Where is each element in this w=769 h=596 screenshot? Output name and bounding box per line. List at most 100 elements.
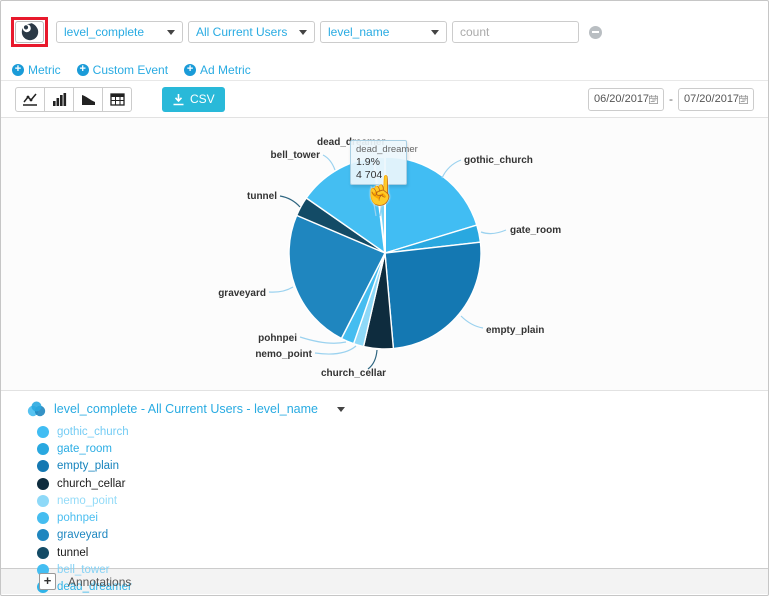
legend-label: pohnpei	[57, 512, 98, 524]
legend-label: gothic_church	[57, 426, 129, 438]
parameter-dropdown-value: level_name	[328, 25, 389, 39]
legend-label: gate_room	[57, 443, 112, 455]
download-icon	[172, 93, 185, 106]
pie-label-gothic_church: gothic_church	[464, 155, 533, 166]
legend-dot-icon	[37, 460, 49, 472]
event-type-button[interactable]	[15, 21, 44, 43]
pie-label-leader-church_cellar	[368, 350, 377, 369]
csv-label: CSV	[190, 92, 215, 106]
legend-label: empty_plain	[57, 460, 119, 472]
plus-circle-icon: +	[77, 64, 89, 76]
date-separator: -	[669, 92, 673, 106]
add-ad-metric-label: Ad Metric	[200, 63, 251, 77]
pie-label-leader-gothic_church	[442, 160, 461, 178]
analytics-page: level_complete All Current Users level_n…	[0, 0, 769, 596]
table-view-button[interactable]	[102, 87, 132, 112]
date-range: 06/20/2017 - 07/20/2017	[588, 88, 754, 111]
event-globe-icon	[20, 22, 40, 42]
legend-dot-icon	[37, 529, 49, 541]
event-dropdown[interactable]: level_complete	[56, 21, 183, 43]
add-custom-event-link[interactable]: + Custom Event	[77, 63, 168, 77]
bar-chart-button[interactable]	[44, 87, 74, 112]
series-bubbles-icon	[27, 401, 47, 417]
pie-label-bell_tower: bell_tower	[271, 150, 321, 161]
pie-label-leader-empty_plain	[461, 316, 483, 328]
pie-label-empty_plain: empty_plain	[486, 325, 544, 336]
legend-item-graveyard[interactable]: graveyard	[37, 527, 768, 544]
pie-label-nemo_point: nemo_point	[255, 349, 312, 360]
parameter-dropdown[interactable]: level_name	[320, 21, 447, 43]
legend-item-pohnpei[interactable]: pohnpei	[37, 509, 768, 526]
add-custom-event-label: Custom Event	[93, 63, 168, 77]
line-chart-icon	[22, 92, 38, 107]
event-dropdown-value: level_complete	[64, 25, 144, 39]
pie-label-gate_room: gate_room	[510, 225, 561, 236]
legend-label: nemo_point	[57, 495, 117, 507]
date-to-value: 07/20/2017	[684, 93, 739, 105]
tooltip-percent: 1.9%	[356, 156, 401, 168]
plus-circle-icon: +	[12, 64, 24, 76]
chevron-down-icon	[337, 407, 345, 412]
hand-cursor-icon: ☝	[363, 174, 398, 207]
add-metric-label: Metric	[28, 63, 61, 77]
legend-item-tunnel[interactable]: tunnel	[37, 544, 768, 561]
tooltip-title: dead_dreamer	[356, 144, 401, 155]
pie-label-leader-gate_room	[481, 230, 506, 234]
segment-dropdown[interactable]: All Current Users	[188, 21, 315, 43]
legend-dot-icon	[37, 512, 49, 524]
legend-label: tunnel	[57, 547, 88, 559]
add-links-row: + Metric + Custom Event + Ad Metric	[11, 63, 758, 77]
line-chart-button[interactable]	[15, 87, 45, 112]
metric-input-value: count	[460, 25, 489, 39]
pie-label-church_cellar: church_cellar	[321, 368, 386, 379]
date-from-value: 06/20/2017	[594, 93, 649, 105]
legend-label: church_cellar	[57, 478, 125, 490]
pie-label-leader-bell_tower	[323, 155, 335, 170]
pie-label-leader-tunnel	[280, 196, 300, 207]
pie-slice-empty_plain[interactable]	[385, 242, 481, 348]
legend-label: graveyard	[57, 529, 108, 541]
date-to-input[interactable]: 07/20/2017	[678, 88, 754, 111]
csv-download-button[interactable]: CSV	[162, 87, 225, 112]
legend-item-empty_plain[interactable]: empty_plain	[37, 458, 768, 475]
pie-label-tunnel: tunnel	[247, 191, 277, 202]
metric-input[interactable]: count	[452, 21, 579, 43]
area-chart-button[interactable]	[73, 87, 103, 112]
legend-item-gothic_church[interactable]: gothic_church	[37, 423, 768, 440]
legend-item-gate_room[interactable]: gate_room	[37, 440, 768, 457]
legend-header[interactable]: level_complete - All Current Users - lev…	[27, 401, 768, 417]
legend-dot-icon	[37, 547, 49, 559]
table-icon	[110, 93, 125, 106]
pie-chart-area: gothic_church gate_room empty_plain church_…	[1, 118, 768, 391]
chart-toolbar: CSV 06/20/2017 - 07/20/2017	[1, 81, 768, 118]
add-ad-metric-link[interactable]: + Ad Metric	[184, 63, 251, 77]
pie-label-pohnpei: pohnpei	[258, 333, 297, 344]
highlight-box	[11, 17, 48, 47]
filter-row: level_complete All Current Users level_n…	[11, 17, 758, 47]
plus-circle-icon: +	[184, 64, 196, 76]
legend-dot-icon	[37, 478, 49, 490]
legend-section: level_complete - All Current Users - lev…	[1, 391, 768, 568]
calendar-icon	[739, 94, 748, 105]
bar-chart-icon	[52, 92, 67, 106]
date-from-input[interactable]: 06/20/2017	[588, 88, 664, 111]
annotations-label: Annotations	[68, 575, 131, 589]
add-annotation-button[interactable]: +	[39, 573, 56, 590]
segment-dropdown-value: All Current Users	[196, 25, 287, 39]
chevron-down-icon	[431, 30, 439, 35]
add-metric-link[interactable]: + Metric	[12, 63, 61, 77]
chevron-down-icon	[299, 30, 307, 35]
pie-label-leader-graveyard	[269, 287, 293, 292]
filter-section: level_complete All Current Users level_n…	[1, 1, 768, 81]
calendar-icon	[649, 94, 658, 105]
pie-label-leader-nemo_point	[315, 346, 356, 354]
pie-label-graveyard: graveyard	[218, 288, 266, 299]
remove-metric-icon[interactable]	[589, 26, 602, 39]
legend-item-nemo_point[interactable]: nemo_point	[37, 492, 768, 509]
legend-dot-icon	[37, 443, 49, 455]
legend-dot-icon	[37, 426, 49, 438]
legend-header-label: level_complete - All Current Users - lev…	[54, 402, 318, 416]
chevron-down-icon	[167, 30, 175, 35]
legend-item-church_cellar[interactable]: church_cellar	[37, 475, 768, 492]
legend-dot-icon	[37, 495, 49, 507]
